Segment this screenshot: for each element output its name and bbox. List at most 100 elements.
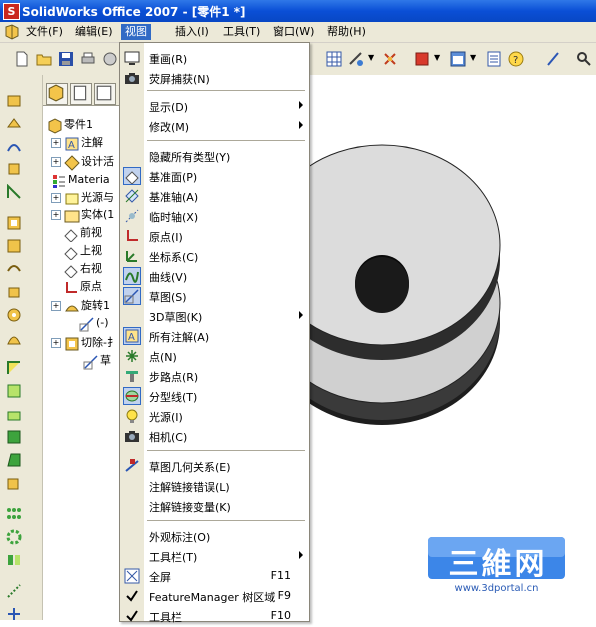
dropdown-arrow-icon[interactable]: ▼ [434,53,440,69]
open-folder-icon[interactable] [36,51,52,67]
expand-toggle-icon[interactable]: + [51,210,61,220]
view-menu-item[interactable]: 修改(M) [120,116,309,136]
tree-item[interactable]: 零件1 [47,116,93,134]
chamfer-icon[interactable] [6,383,22,399]
view-menu-item[interactable]: 原点(I) [120,226,309,246]
view-menu-item[interactable]: 点(N) [120,346,309,366]
expand-toggle-icon[interactable]: + [51,301,61,311]
dome-icon[interactable] [6,330,22,346]
tree-item[interactable]: 原点 [63,278,102,296]
properties-icon[interactable] [486,51,502,67]
extrude-cut-icon[interactable] [6,215,22,231]
extrude-boss-icon[interactable] [6,92,22,108]
zoom-icon[interactable] [576,51,592,67]
options-icon[interactable] [102,51,118,67]
revolve-cut-icon[interactable] [6,238,22,254]
view-menu-item[interactable]: 工具栏(T) [120,546,309,566]
tree-item[interactable]: + 旋转1 [51,297,110,315]
menu-4[interactable]: 工具(T) [219,24,264,40]
view-menu-item[interactable]: 隐藏所有类型(Y) [120,146,309,166]
tree-item[interactable]: 上视 [63,242,102,261]
mirror-icon[interactable] [6,552,22,568]
view-menu-item[interactable]: 光源(I) [120,406,309,426]
dropdown-arrow-icon[interactable]: ▼ [470,53,476,69]
menu-5[interactable]: 窗口(W) [269,24,318,40]
curves-icon[interactable] [6,583,22,599]
new-document-icon[interactable] [14,51,30,67]
view-menu-item[interactable]: 注解链接错误(L) [120,476,309,496]
dropdown-arrow-icon[interactable]: ▼ [368,53,374,69]
tab-propertymanager[interactable] [70,83,92,105]
draft-icon[interactable] [6,452,22,468]
expand-toggle-icon[interactable]: + [51,193,61,203]
rebuild-icon[interactable] [382,51,398,67]
appearance-icon[interactable] [414,51,430,67]
menu-3[interactable]: 插入(I) [171,24,213,40]
view-menu-item[interactable]: 临时轴(X) [120,206,309,226]
view-menu-item[interactable]: 草图几何关系(E) [120,456,309,476]
menu-2[interactable]: 视图 [121,24,151,40]
menu-6[interactable]: 帮助(H) [323,24,370,40]
view-menu-item[interactable]: 坐标系(C) [120,246,309,266]
view-menu-item[interactable]: 外观标注(O) [120,526,309,546]
view-menu-item[interactable]: 显示(D) [120,96,309,116]
measure-icon[interactable] [348,51,364,67]
swept-cut-icon[interactable] [6,261,22,277]
linear-pattern-icon[interactable] [6,506,22,522]
view-menu-item[interactable]: 草图(S) [120,286,309,306]
view-menu-item[interactable]: 分型线(T) [120,386,309,406]
circular-pattern-icon[interactable] [6,529,22,545]
tree-item[interactable]: (-) [79,314,109,332]
tree-item[interactable]: + 实体(1 [51,206,114,224]
rib-icon[interactable] [6,406,22,422]
view-menu-item[interactable]: 荧屏捕获(N) [120,68,309,88]
scale-icon[interactable] [6,475,22,491]
tree-item[interactable]: 草 [83,352,111,370]
tree-item[interactable]: + A 注解 [51,134,103,152]
tree-item[interactable]: 右视 [63,260,102,279]
tree-item[interactable]: + 设计活 [51,153,114,171]
view-menu-item[interactable]: 3D草图(K) [120,306,309,326]
view-menu-item[interactable]: 步路点(R) [120,366,309,386]
tab-featuremanager[interactable] [46,83,68,105]
lofted-cut-icon[interactable] [6,284,22,300]
print-icon[interactable] [80,51,96,67]
shell-icon[interactable] [6,429,22,445]
sweep-icon[interactable] [6,138,22,154]
expand-toggle-icon[interactable]: + [51,338,61,348]
menu-0[interactable]: 文件(F) [22,24,67,40]
edit-sketch-icon[interactable] [546,51,562,67]
view-menu-item[interactable]: 注解链接变量(K) [120,496,309,516]
help-icon[interactable]: ? [508,51,524,67]
expand-toggle-icon[interactable]: + [51,157,61,167]
view-menu-item[interactable]: 曲线(V) [120,266,309,286]
tab-configurationmanager[interactable] [94,83,116,105]
hole-wizard-icon[interactable] [6,307,22,323]
check-icon [124,588,140,604]
grid-view-icon[interactable] [326,51,342,67]
view-menu-item[interactable]: 基准轴(A) [120,186,309,206]
view-orientation-icon[interactable] [450,51,466,67]
reference-geometry-icon[interactable] [6,184,22,200]
solidworks-document-icon[interactable] [4,24,20,40]
menu-1[interactable]: 编辑(E) [71,24,117,40]
view-menu-item-label: 显示(D) [149,101,189,114]
tree-item[interactable]: Materia [51,171,110,189]
tree-item[interactable]: + 切除-扌 [51,334,118,352]
view-menu-item[interactable]: 工具栏 F10 [120,606,309,626]
expand-toggle-icon[interactable]: + [51,138,61,148]
save-icon[interactable] [58,51,74,67]
fillet-icon[interactable] [6,360,22,376]
view-menu-item[interactable]: A 所有注解(A) [120,326,309,346]
revolve-boss-icon[interactable] [6,115,22,131]
view-menu-item-label: 隐藏所有类型(Y) [149,151,231,164]
tree-item[interactable]: + 光源与 [51,189,114,207]
loft-icon[interactable] [6,161,22,177]
view-menu-item[interactable]: 全屏 F11 [120,566,309,586]
tree-item[interactable]: 前视 [63,224,102,243]
view-menu-item[interactable]: 重画(R) [120,48,309,68]
featuremanager-tree: 零件1 + A 注解 + 设计活 Materia + 光源与 + 实体(1 前视 上视 右视 原点 + 旋转1(… [43,75,119,620]
view-menu-item[interactable]: 基准面(P) [120,166,309,186]
view-menu-item[interactable]: FeatureManager 树区域 F9 [120,586,309,606]
view-menu-item[interactable]: 相机(C) [120,426,309,446]
